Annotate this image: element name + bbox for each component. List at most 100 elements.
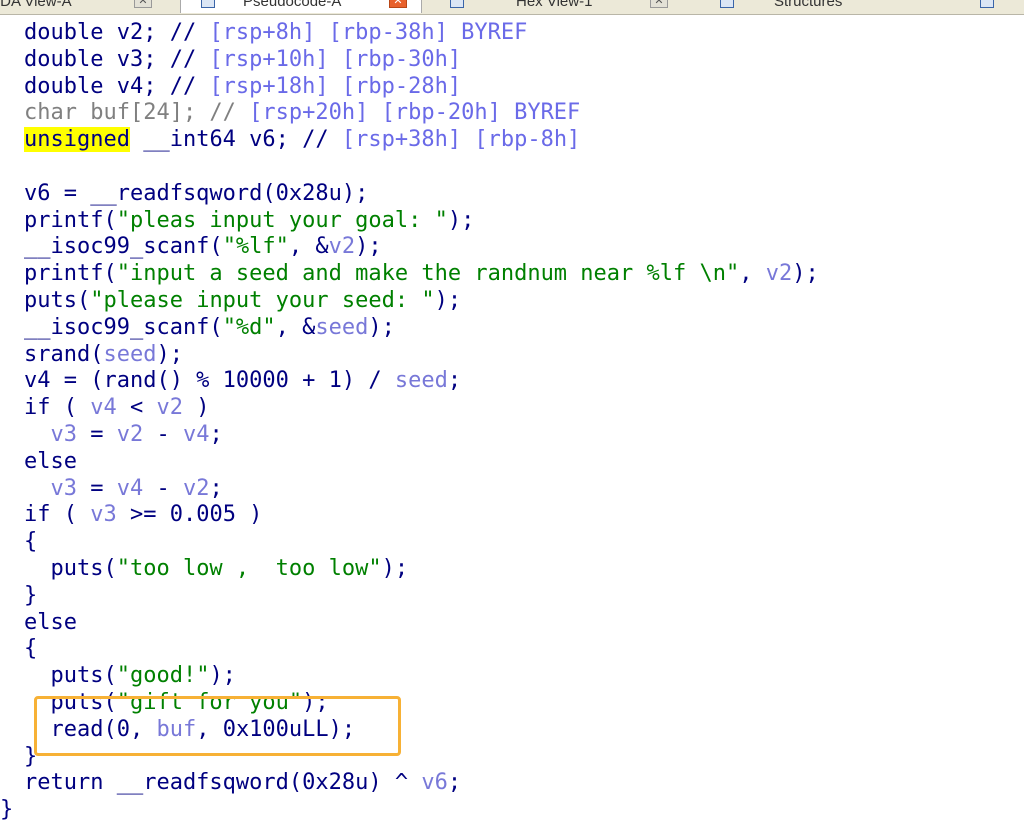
code-token: else: [24, 609, 77, 635]
code-token: else: [24, 448, 77, 474]
code-line: puts("please input your seed: ");: [24, 287, 461, 314]
tab-ida-view[interactable]: IDA View-A ✕: [0, 0, 170, 13]
code-token: v2: [156, 395, 183, 421]
code-token: "%d": [222, 314, 276, 340]
code-token: double v3; //: [24, 46, 210, 72]
close-icon[interactable]: ✕: [134, 0, 152, 8]
code-line: double v2; // [rsp+8h] [rbp-38h] BYREF: [24, 19, 527, 46]
code-token: );: [355, 234, 382, 260]
code-token: }: [0, 797, 14, 823]
code-token: );: [209, 663, 236, 689]
code-token: v2: [116, 422, 144, 447]
code-line: v3 = v2 - v4;: [24, 421, 223, 448]
code-line: return __readfsqword(0x28u) ^ v6;: [24, 769, 461, 796]
code-token: seed: [394, 368, 448, 394]
code-token: );: [381, 556, 409, 581]
code-token: >= 0.005 ): [116, 502, 263, 528]
code-token: v2: [183, 475, 210, 501]
code-token: __isoc99_scanf(: [24, 234, 223, 260]
code-token: );: [434, 288, 462, 313]
code-token: );: [447, 207, 475, 233]
code-token: "pleas input your goal: ": [116, 207, 448, 233]
code-line: double v4; // [rsp+18h] [rbp-28h]: [24, 73, 461, 100]
code-token: =: [77, 422, 117, 447]
code-token: return __readfsqword(0x28u) ^: [24, 770, 422, 796]
code-token: "%lf": [222, 234, 289, 260]
code-token: "good!": [116, 663, 210, 689]
code-token: v4: [116, 475, 144, 501]
code-token: double v4; //: [24, 73, 210, 99]
code-token: ;: [209, 475, 223, 501]
code-line: double v3; // [rsp+10h] [rbp-30h]: [24, 46, 461, 73]
code-token: printf(: [24, 207, 117, 233]
code-token: printf(: [24, 261, 117, 287]
code-token: -: [143, 422, 183, 447]
code-token: ,: [739, 261, 766, 287]
code-line: puts("good!");: [24, 662, 236, 689]
tab-label: Pseudocode-A: [243, 0, 342, 10]
code-token: <: [116, 395, 157, 421]
tab-label: IDA View-A: [0, 0, 72, 10]
code-token: __int64 v6; //: [129, 127, 342, 153]
tab-label: Structures: [774, 0, 843, 10]
code-token: ;: [447, 368, 462, 394]
code-line: v6 = __readfsqword(0x28u);: [24, 180, 368, 207]
code-token: v4: [183, 422, 210, 447]
code-token: if (: [24, 395, 91, 421]
code-line: else: [24, 448, 77, 475]
code-token: v2: [765, 261, 793, 287]
code-token: }: [24, 582, 38, 608]
code-token: v6 = __readfsqword(0x28u);: [24, 180, 369, 206]
code-token: );: [156, 341, 183, 367]
code-token: seed: [103, 341, 157, 367]
code-line: unsigned __int64 v6; // [rsp+38h] [rbp-8…: [24, 126, 580, 153]
code-token: puts(: [24, 288, 91, 313]
code-token: v3: [50, 422, 78, 447]
code-line: printf("input a seed and make the randnu…: [24, 260, 819, 287]
close-icon[interactable]: ✕: [650, 0, 668, 8]
pseudocode-icon: [201, 0, 215, 8]
code-token: v3: [90, 502, 117, 528]
code-line: }: [24, 582, 37, 609]
code-token: if (: [24, 502, 91, 528]
code-token: "input a seed and make the randnum near …: [116, 261, 740, 287]
code-line: char buf[24]; // [rsp+20h] [rbp-20h] BYR…: [24, 99, 580, 126]
code-token: unsigned: [24, 127, 130, 153]
close-icon[interactable]: ✕: [389, 0, 407, 8]
code-token: [rsp+20h] [rbp-20h] BYREF: [249, 100, 581, 126]
code-token: v4: [90, 395, 117, 421]
code-token: __isoc99_scanf(: [24, 314, 223, 340]
code-token: [rsp+18h] [rbp-28h]: [209, 73, 462, 99]
code-line: v3 = v4 - v2;: [24, 475, 223, 502]
tab-extra[interactable]: [976, 0, 1024, 13]
code-token: double v2; //: [24, 20, 210, 45]
code-token: ;: [447, 770, 462, 796]
code-line: __isoc99_scanf("%lf", &v2);: [24, 233, 382, 260]
code-token: char buf[24]; //: [24, 100, 250, 126]
code-token: puts(: [24, 663, 117, 689]
code-token: , &: [275, 314, 316, 340]
tab-extra-icon: [980, 0, 994, 8]
code-token: ): [182, 395, 210, 421]
code-token: );: [368, 314, 395, 340]
code-line: else: [24, 609, 77, 636]
code-line: }: [0, 796, 13, 823]
code-token: [rsp+10h] [rbp-30h]: [209, 46, 462, 72]
tab-hex-view[interactable]: Hex View-1 ✕: [442, 0, 692, 13]
code-token: "too low , too low": [116, 556, 382, 581]
code-line: if ( v3 >= 0.005 ): [24, 501, 262, 528]
code-token: puts(: [24, 556, 117, 581]
code-token: v3: [50, 475, 78, 501]
code-line: if ( v4 < v2 ): [24, 394, 209, 421]
code-token: [rsp+8h] [rbp-38h] BYREF: [209, 20, 528, 45]
tab-label: Hex View-1: [516, 0, 593, 10]
code-token: v2: [328, 234, 356, 260]
code-line: {: [24, 528, 37, 555]
tab-pseudocode[interactable]: Pseudocode-A ✕: [180, 0, 422, 13]
highlight-box: [34, 696, 401, 756]
code-token: [rsp+38h] [rbp-8h]: [341, 127, 581, 153]
code-token: {: [24, 636, 38, 662]
tab-structures[interactable]: Structures: [716, 0, 976, 13]
hex-view-icon: [450, 0, 464, 8]
